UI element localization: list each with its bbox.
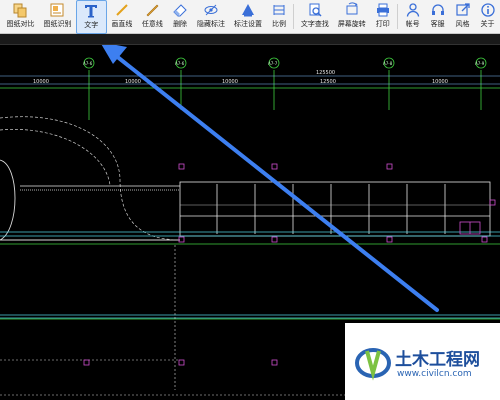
recognize-drawing-button[interactable]: 图纸识别 [39,0,76,34]
toolbar-separator [397,4,399,29]
axis-label: A7-9 [475,61,485,66]
civilcn-logo-icon [355,348,391,381]
info-icon [480,3,495,17]
annotation-settings-button[interactable]: 标注设置 [230,0,267,34]
scale-icon [273,5,285,15]
secondary-panel [0,34,500,45]
watermark-title: 土木工程网 [395,350,480,370]
watermark-logo: 土木工程网 www.civilcn.com [345,323,500,400]
recognize-icon [50,3,64,17]
text-search-label: 文字查找 [300,20,329,28]
rotate-screen-icon [346,2,358,15]
text-tool-button[interactable]: 文字 [75,0,107,34]
style-button[interactable]: 风格 [450,0,475,34]
dimension-segment: 12500 [320,79,336,85]
dimension-segment: 10000 [33,79,49,85]
axis-label: A7-6 [175,61,185,66]
toolbar: 图纸对比 图纸识别 文字 画直线 任意线 删除 隐藏标注 标注设置 比例 文字查… [0,0,500,34]
headset-icon [431,4,444,15]
account-icon [406,3,419,17]
hide-annotation-icon [204,4,218,16]
plaza-outline [0,116,181,241]
scale-button[interactable]: 比例 [266,0,291,34]
rotate-screen-label: 屏幕旋转 [337,20,366,28]
print-label: 打印 [375,20,390,28]
style-icon [455,3,470,16]
customer-service-button[interactable]: 客服 [425,0,450,34]
line-icon [116,4,128,16]
plaza-solid-lines [0,159,180,241]
print-button[interactable]: 打印 [370,0,395,34]
axis-label: A7-6 [83,61,93,66]
account-button[interactable]: 帐号 [400,0,425,34]
watermark-url: www.civilcn.com [397,369,472,379]
annotation-settings-label: 标注设置 [234,20,262,28]
text-tool-icon [85,5,98,18]
draw-line-button[interactable]: 画直线 [107,0,138,34]
guide-arrow [101,45,439,312]
delete-label: 删除 [173,20,188,28]
dimension-segment: 10000 [222,79,238,85]
compare-drawings-button[interactable]: 图纸对比 [2,0,39,34]
annotation-settings-icon [242,4,254,17]
dimension-segment: 10000 [125,79,141,85]
freeline-icon [146,4,159,17]
draw-line-label: 画直线 [111,20,133,28]
toolbar-separator [293,4,295,29]
account-label: 帐号 [405,20,420,28]
text-search-icon [309,3,322,17]
text-search-button[interactable]: 文字查找 [296,0,333,34]
compare-icon [13,3,27,18]
rotate-screen-button[interactable]: 屏幕旋转 [333,0,370,34]
axis-label: A7-8 [383,61,393,66]
delete-button[interactable]: 删除 [168,0,193,34]
building-outline [20,181,491,237]
axis-grid [0,57,500,120]
hide-annotation-button[interactable]: 隐藏标注 [193,0,230,34]
customer-service-label: 客服 [430,20,445,28]
compare-drawings-label: 图纸对比 [6,20,35,28]
style-label: 风格 [455,20,470,28]
text-tool-label: 文字 [84,21,99,29]
dimension-lines [0,75,500,85]
recognize-drawing-label: 图纸识别 [43,20,72,28]
print-icon [376,3,389,17]
about-button[interactable]: 关于 [475,0,500,34]
freeline-button[interactable]: 任意线 [137,0,168,34]
about-label: 关于 [480,20,495,28]
dimension-total: 125500 [316,70,335,76]
axis-label: A7-7 [268,61,278,66]
scale-label: 比例 [271,20,286,28]
dimension-segment: 10000 [432,79,448,85]
green-boundary-lines [0,243,500,320]
boundary-lines [0,231,500,319]
freeline-label: 任意线 [141,20,163,28]
hide-annotation-label: 隐藏标注 [197,20,226,28]
eraser-icon [173,4,187,17]
